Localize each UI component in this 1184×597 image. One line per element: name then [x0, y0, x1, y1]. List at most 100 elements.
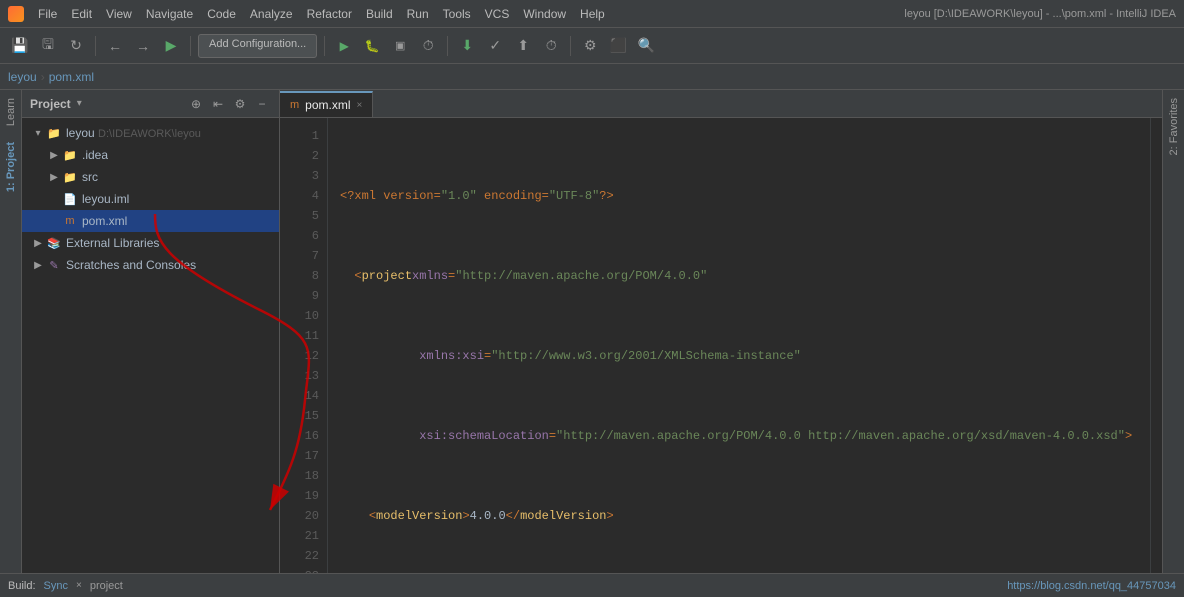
right-sidebar: 2: Favorites	[1162, 90, 1184, 573]
code-line-4: xsi:schemaLocation="http://maven.apache.…	[340, 426, 1138, 446]
menu-view[interactable]: View	[100, 5, 138, 23]
tree-item-leyou-root[interactable]: ▾ 📁 leyou D:\IDEAWORK\leyou	[22, 122, 279, 144]
tree-label-scratches: Scratches and Consoles	[66, 258, 196, 272]
settings-button[interactable]: ⚙	[578, 34, 602, 58]
expand-arrow-leyou: ▾	[30, 125, 46, 141]
tab-pom-xml[interactable]: m pom.xml ×	[280, 91, 373, 117]
url-text: https://blog.csdn.net/qq_44757034	[1007, 580, 1176, 592]
menu-code[interactable]: Code	[201, 5, 242, 23]
expand-arrow-scratches: ▶	[30, 257, 46, 273]
vcs-history-button[interactable]: ⏱	[539, 34, 563, 58]
sync-button[interactable]: ↻	[64, 34, 88, 58]
menu-help[interactable]: Help	[574, 5, 611, 23]
terminal-button[interactable]: ⬛	[606, 34, 630, 58]
project-header: Project ▾ ⊕ ⇤ ⚙ −	[22, 90, 279, 118]
code-editor[interactable]: 12345 678910 1112131415 1617181920 21222…	[280, 118, 1162, 573]
menu-run[interactable]: Run	[401, 5, 435, 23]
add-configuration-button[interactable]: Add Configuration...	[198, 34, 317, 58]
toolbar-sep-3	[324, 36, 325, 56]
window-title: leyou [D:\IDEAWORK\leyou] - ...\pom.xml …	[904, 8, 1176, 20]
folder-icon-src: 📁	[62, 169, 78, 185]
tree-label-pom-xml: pom.xml	[82, 214, 127, 228]
expand-arrow-idea: ▶	[46, 147, 62, 163]
title-bar: File Edit View Navigate Code Analyze Ref…	[0, 0, 1184, 28]
back-button[interactable]: ←	[103, 34, 127, 58]
menu-refactor[interactable]: Refactor	[301, 5, 358, 23]
left-sidebar-tabs: Learn 1: Project	[0, 90, 22, 573]
collapse-all-icon[interactable]: ⇤	[209, 95, 227, 113]
menu-build[interactable]: Build	[360, 5, 399, 23]
folder-icon-leyou: 📁	[46, 125, 62, 141]
project-tree: ▾ 📁 leyou D:\IDEAWORK\leyou ▶ 📁 .idea ▶ …	[22, 118, 279, 573]
locate-file-icon[interactable]: ⊕	[187, 95, 205, 113]
menu-vcs[interactable]: VCS	[479, 5, 516, 23]
project-panel: Project ▾ ⊕ ⇤ ⚙ − ▾ 📁 leyou D:\IDEAWORK\…	[22, 90, 280, 573]
code-content[interactable]: <?xml version="1.0" encoding="UTF-8"?> <…	[328, 118, 1150, 573]
coverage-button[interactable]: ▣	[388, 34, 412, 58]
tree-item-leyou-iml[interactable]: 📄 leyou.iml	[22, 188, 279, 210]
menu-navigate[interactable]: Navigate	[140, 5, 199, 23]
sidebar-tab-favorites[interactable]: 2: Favorites	[1165, 90, 1183, 163]
tree-label-idea: .idea	[82, 148, 108, 162]
menu-bar: File Edit View Navigate Code Analyze Ref…	[32, 5, 611, 23]
code-line-2: <project xmlns="http://maven.apache.org/…	[340, 266, 1138, 286]
project-label: Project	[30, 97, 71, 111]
run-prev-button[interactable]: ▶	[159, 34, 183, 58]
tree-label-leyou-iml: leyou.iml	[82, 192, 129, 206]
main-layout: Learn 1: Project Project ▾ ⊕ ⇤ ⚙ − ▾ 📁 l…	[0, 90, 1184, 573]
maven-file-icon: m	[62, 213, 78, 229]
breadcrumb-pomxml[interactable]: pom.xml	[49, 70, 94, 84]
vcs-push-button[interactable]: ⬆	[511, 34, 535, 58]
toolbar: 💾 🖫 ↻ ← → ▶ Add Configuration... ▶ 🐛 ▣ ⏱…	[0, 28, 1184, 64]
forward-button[interactable]: →	[131, 34, 155, 58]
tab-pom-xml-label: pom.xml	[305, 98, 350, 112]
sidebar-tab-project[interactable]: 1: Project	[2, 134, 20, 200]
editor-area: m pom.xml × 12345 678910 1112131415 1617…	[280, 90, 1162, 573]
tab-pom-xml-close[interactable]: ×	[357, 100, 363, 111]
sync-label[interactable]: Sync	[44, 580, 68, 592]
app-logo	[8, 6, 24, 22]
tree-item-external-libs[interactable]: ▶ 📚 External Libraries	[22, 232, 279, 254]
breadcrumb-leyou[interactable]: leyou	[8, 70, 37, 84]
search-everywhere-button[interactable]: 🔍	[634, 34, 658, 58]
folder-icon-idea: 📁	[62, 147, 78, 163]
menu-window[interactable]: Window	[517, 5, 572, 23]
menu-edit[interactable]: Edit	[65, 5, 98, 23]
build-label: Build:	[8, 580, 36, 592]
run-button[interactable]: ▶	[332, 34, 356, 58]
menu-file[interactable]: File	[32, 5, 63, 23]
editor-wrapper: m pom.xml × 12345 678910 1112131415 1617…	[280, 90, 1184, 573]
tree-item-idea[interactable]: ▶ 📁 .idea	[22, 144, 279, 166]
editor-tabs: m pom.xml ×	[280, 90, 1162, 118]
profile-button[interactable]: ⏱	[416, 34, 440, 58]
project-dropdown-icon[interactable]: ▾	[77, 98, 82, 109]
tree-item-src[interactable]: ▶ 📁 src	[22, 166, 279, 188]
line-numbers: 12345 678910 1112131415 1617181920 21222…	[280, 118, 328, 573]
debug-button[interactable]: 🐛	[360, 34, 384, 58]
save-all-button[interactable]: 🖫	[36, 34, 60, 58]
code-line-3: xmlns:xsi="http://www.w3.org/2001/XMLSch…	[340, 346, 1138, 366]
scratch-icon: ✎	[46, 257, 62, 273]
menu-tools[interactable]: Tools	[437, 5, 477, 23]
right-gutter	[1150, 118, 1162, 573]
sidebar-tab-learn[interactable]: Learn	[2, 90, 20, 134]
tab-pom-xml-icon: m	[290, 99, 299, 111]
project-settings-icon[interactable]: ⚙	[231, 95, 249, 113]
code-line-5: <modelVersion>4.0.0</modelVersion>	[340, 506, 1138, 526]
status-bar: Build: Sync × project https://blog.csdn.…	[0, 573, 1184, 597]
vcs-update-button[interactable]: ⬇	[455, 34, 479, 58]
tree-item-scratches[interactable]: ▶ ✎ Scratches and Consoles	[22, 254, 279, 276]
hide-panel-icon[interactable]: −	[253, 95, 271, 113]
vcs-commit-button[interactable]: ✓	[483, 34, 507, 58]
expand-arrow-src: ▶	[46, 169, 62, 185]
toolbar-sep-5	[570, 36, 571, 56]
save-button[interactable]: 💾	[8, 34, 32, 58]
project-footer-label: project	[90, 580, 123, 592]
tree-item-pom-xml[interactable]: m pom.xml	[22, 210, 279, 232]
sync-close-button[interactable]: ×	[76, 580, 82, 591]
tree-label-external-libs: External Libraries	[66, 236, 159, 250]
expand-arrow-ext-libs: ▶	[30, 235, 46, 251]
breadcrumb: leyou › pom.xml	[0, 64, 1184, 90]
toolbar-sep-1	[95, 36, 96, 56]
menu-analyze[interactable]: Analyze	[244, 5, 299, 23]
